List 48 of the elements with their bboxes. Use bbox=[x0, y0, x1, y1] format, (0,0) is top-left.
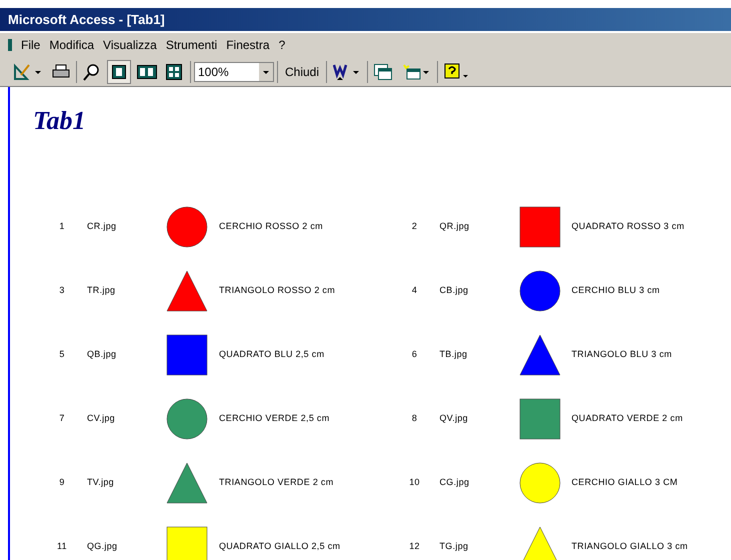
menu-item[interactable]: ? bbox=[278, 36, 286, 54]
window-title: Microsoft Access - [Tab1] bbox=[8, 10, 165, 29]
file-name: TG.jpg bbox=[440, 540, 470, 554]
record-number: 8 bbox=[410, 412, 418, 426]
shape-description: TRIANGOLO VERDE 2 cm bbox=[219, 476, 334, 490]
shape-description: CERCHIO ROSSO 2 cm bbox=[219, 220, 323, 234]
shape-description: TRIANGOLO GIALLO 3 cm bbox=[572, 540, 688, 554]
report-title: Tab1 bbox=[33, 105, 86, 137]
shape-description: TRIANGOLO BLU 3 cm bbox=[572, 348, 672, 362]
file-name: TV.jpg bbox=[87, 476, 115, 490]
file-name: QV.jpg bbox=[440, 412, 469, 426]
record-number: 7 bbox=[58, 412, 66, 426]
record-number: 3 bbox=[58, 284, 66, 298]
zoom-field[interactable]: 100% bbox=[194, 62, 274, 82]
record-number: 12 bbox=[408, 540, 421, 554]
record-number: 6 bbox=[410, 348, 418, 362]
shape-description: CERCHIO BLU 3 cm bbox=[572, 284, 660, 298]
menu-item[interactable]: File bbox=[21, 36, 40, 54]
file-name: TR.jpg bbox=[87, 284, 116, 298]
file-name: CG.jpg bbox=[440, 476, 470, 490]
shape-description: QUADRATO BLU 2,5 cm bbox=[219, 348, 324, 362]
shape-description: CERCHIO GIALLO 3 CM bbox=[572, 476, 678, 490]
file-name: CV.jpg bbox=[87, 412, 116, 426]
menu-item[interactable]: Strumenti bbox=[166, 36, 218, 54]
file-name: CB.jpg bbox=[440, 284, 470, 298]
record-number: 5 bbox=[58, 348, 66, 362]
record-number: 10 bbox=[408, 476, 421, 490]
record-number: 9 bbox=[58, 476, 66, 490]
one-page-button[interactable] bbox=[107, 60, 131, 84]
record-number: 2 bbox=[410, 220, 418, 234]
file-name: QB.jpg bbox=[87, 348, 118, 362]
menu-item[interactable]: Visualizza bbox=[103, 36, 157, 54]
record-number: 1 bbox=[58, 220, 66, 234]
shape-description: CERCHIO VERDE 2,5 cm bbox=[219, 412, 330, 426]
file-name: CR.jpg bbox=[87, 220, 118, 234]
menu-item[interactable]: Modifica bbox=[49, 36, 94, 54]
file-name: QG.jpg bbox=[87, 540, 118, 554]
shape-description: QUADRATO ROSSO 3 cm bbox=[572, 220, 684, 234]
record-number: 11 bbox=[56, 540, 68, 554]
file-name: QR.jpg bbox=[440, 220, 470, 234]
file-name: TB.jpg bbox=[440, 348, 468, 362]
page-icon bbox=[112, 64, 126, 78]
close-button[interactable]: Chiudi bbox=[281, 60, 324, 84]
shape-description: TRIANGOLO ROSSO 2 cm bbox=[219, 284, 336, 298]
shape-description: QUADRATO VERDE 2 cm bbox=[572, 412, 683, 426]
record-number: 4 bbox=[410, 284, 418, 298]
menu-item[interactable]: Finestra bbox=[226, 36, 270, 54]
shape-description: QUADRATO GIALLO 2,5 cm bbox=[219, 540, 340, 554]
